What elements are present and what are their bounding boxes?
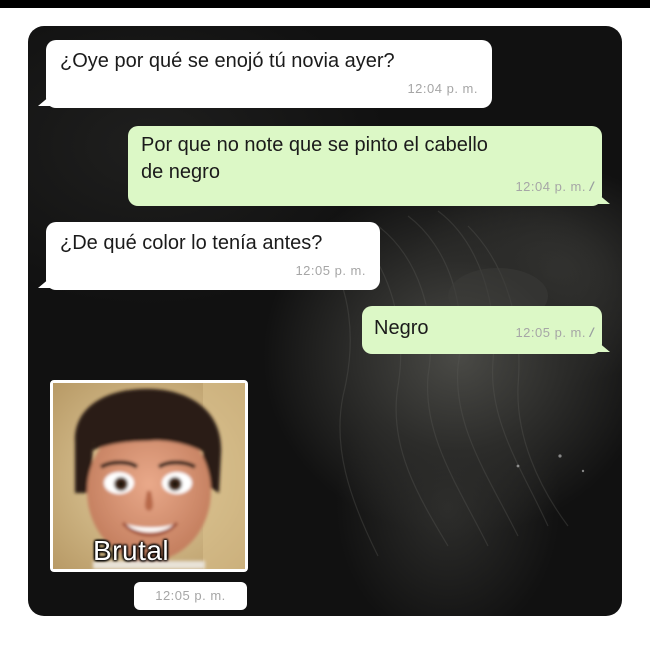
outgoing-message-1[interactable]: Por que no note que se pinto el cabello …	[128, 126, 610, 206]
message-text: ¿De qué color lo tenía antes?	[60, 232, 323, 254]
message-text: ¿Oye por qué se enojó tú novia ayer?	[60, 50, 395, 72]
outgoing-message-2[interactable]: Negro 12:05 p. m.//	[362, 306, 610, 354]
message-text: Por que no note que se pinto el cabello …	[141, 134, 488, 183]
bubble-tail	[38, 96, 50, 106]
message-timestamp: 12:04 p. m.	[407, 81, 478, 96]
message-timestamp: 12:04 p. m.//	[515, 173, 594, 200]
incoming-message-1[interactable]: ¿Oye por qué se enojó tú novia ayer? 12:…	[38, 40, 492, 108]
incoming-message-2[interactable]: ¿De qué color lo tenía antes? 12:05 p. m…	[38, 222, 380, 290]
top-border	[0, 0, 650, 8]
timestamp-text: 12:05 p. m.	[515, 325, 586, 340]
timestamp-text: 12:04 p. m.	[515, 179, 586, 194]
message-timestamp: 12:05 p. m.//	[515, 319, 594, 346]
image-timestamp: 12:05 p. m.	[134, 582, 247, 610]
message-timestamp: 12:05 p. m.	[295, 263, 366, 278]
bubble-tail	[598, 194, 610, 204]
bubble-tail	[38, 278, 50, 288]
image-caption: Brutal	[93, 535, 170, 566]
bubble-tail	[598, 342, 610, 352]
screenshot-frame: ¿Oye por qué se enojó tú novia ayer? 12:…	[0, 0, 650, 650]
message-text: Negro	[374, 317, 429, 339]
